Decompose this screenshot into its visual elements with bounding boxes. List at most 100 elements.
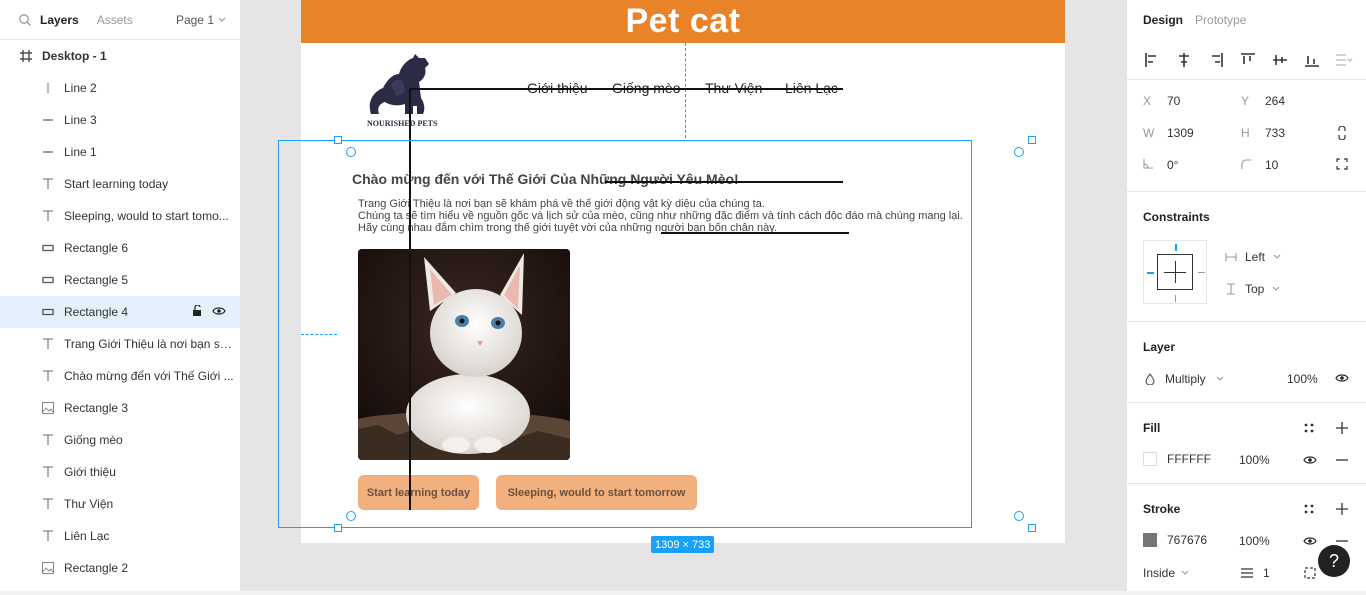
- layer-item[interactable]: Thư Viện: [0, 488, 240, 520]
- constraint-bottom[interactable]: [1175, 295, 1176, 302]
- rotation-field[interactable]: 0°: [1143, 158, 1178, 172]
- radius-handle-bl[interactable]: [346, 511, 356, 521]
- dimension-label: 1309 × 733: [651, 536, 715, 553]
- style-grid-icon[interactable]: [1301, 501, 1317, 517]
- w-label: W: [1143, 126, 1155, 140]
- style-grid-icon[interactable]: [1301, 420, 1317, 436]
- layer-item[interactable]: Trang Giới Thiệu là nơi bạn sẽ ...: [0, 328, 240, 360]
- tab-prototype[interactable]: Prototype: [1195, 13, 1246, 27]
- layer-label: Rectangle 6: [64, 241, 129, 255]
- stroke-row[interactable]: 767676: [1143, 533, 1207, 547]
- header-bar[interactable]: Pet cat: [301, 0, 1065, 43]
- resize-handle-tl[interactable]: [334, 136, 342, 144]
- layer-item[interactable]: Rectangle 2: [0, 552, 240, 584]
- fill-title: Fill: [1143, 421, 1161, 435]
- constraints-title: Constraints: [1143, 210, 1210, 224]
- fill-opacity-field[interactable]: 100%: [1239, 453, 1270, 467]
- add-fill-icon[interactable]: [1334, 420, 1350, 436]
- align-top-icon[interactable]: [1239, 51, 1257, 69]
- layer-item[interactable]: Giới thiệu: [0, 456, 240, 488]
- text-icon: [40, 368, 56, 384]
- layer-item[interactable]: Line 2: [0, 72, 240, 104]
- radius-field[interactable]: 10: [1241, 158, 1278, 172]
- help-button[interactable]: ?: [1318, 545, 1350, 577]
- tab-design[interactable]: Design: [1143, 13, 1183, 27]
- radius-handle-tr[interactable]: [1014, 147, 1024, 157]
- align-right-icon[interactable]: [1207, 51, 1225, 69]
- radius-handle-br[interactable]: [1014, 511, 1024, 521]
- blend-mode-select[interactable]: Multiply: [1145, 372, 1224, 386]
- layer-label: Sleeping, would to start tomo...: [64, 209, 229, 223]
- w-field[interactable]: W 1309: [1143, 126, 1194, 140]
- image-icon: [40, 400, 56, 416]
- layer-item[interactable]: Line 3: [0, 104, 240, 136]
- stroke-swatch[interactable]: [1143, 533, 1157, 547]
- x-field[interactable]: X 70: [1143, 94, 1180, 108]
- align-bottom-icon[interactable]: [1303, 51, 1321, 69]
- layer-item[interactable]: Line 1: [0, 136, 240, 168]
- layer-item[interactable]: Start learning today: [0, 168, 240, 200]
- layer-item[interactable]: Liên Lạc: [0, 520, 240, 552]
- stroke-position-select[interactable]: Inside: [1143, 566, 1189, 580]
- eye-icon[interactable]: [1302, 452, 1318, 468]
- line-3[interactable]: [409, 88, 843, 90]
- constraint-top-active[interactable]: [1175, 244, 1177, 251]
- layer-opacity-field[interactable]: 100%: [1287, 372, 1318, 386]
- layer-item[interactable]: Rectangle 6: [0, 232, 240, 264]
- constraint-right[interactable]: [1198, 272, 1205, 273]
- radius-handle-tl[interactable]: [346, 147, 356, 157]
- tab-assets[interactable]: Assets: [97, 13, 133, 27]
- unlock-icon[interactable]: [192, 303, 202, 320]
- w-value: 1309: [1167, 126, 1194, 140]
- distribute-icon[interactable]: [1335, 51, 1353, 69]
- constrain-proportions-icon[interactable]: [1334, 125, 1350, 141]
- text-icon: [40, 336, 56, 352]
- layers-panel: Layers Assets Page 1 Desktop - 1 Line 2L…: [0, 0, 241, 595]
- y-label: Y: [1241, 94, 1250, 108]
- align-left-icon[interactable]: [1143, 51, 1161, 69]
- vertical-constraint-select[interactable]: Top: [1225, 282, 1280, 296]
- layer-item[interactable]: Chào mừng đến với Thế Giới ...: [0, 360, 240, 392]
- layer-item[interactable]: Rectangle 3: [0, 392, 240, 424]
- image-icon: [40, 560, 56, 576]
- eye-icon[interactable]: [1302, 533, 1318, 549]
- fill-row[interactable]: FFFFFF: [1143, 452, 1211, 466]
- tab-layers[interactable]: Layers: [40, 13, 79, 27]
- constraint-left-active[interactable]: [1147, 272, 1154, 274]
- stroke-position-value: Inside: [1143, 566, 1176, 580]
- search-icon[interactable]: [18, 13, 32, 27]
- remove-fill-icon[interactable]: [1334, 452, 1350, 468]
- constraint-widget[interactable]: [1143, 240, 1207, 304]
- eye-icon[interactable]: [212, 305, 226, 320]
- stroke-weight-field[interactable]: 1: [1241, 566, 1270, 580]
- layer-item[interactable]: Giống mèo: [0, 424, 240, 456]
- layer-frame-desktop[interactable]: Desktop - 1: [0, 40, 240, 72]
- chevron-down-icon: [1181, 570, 1189, 575]
- layer-item[interactable]: Sleeping, would to start tomo...: [0, 200, 240, 232]
- resize-handle-br[interactable]: [1028, 524, 1036, 532]
- layer-item[interactable]: Rectangle 5: [0, 264, 240, 296]
- header-title[interactable]: Pet cat: [626, 2, 741, 41]
- align-center-h-icon[interactable]: [1175, 51, 1193, 69]
- layer-item[interactable]: Rectangle 4: [0, 296, 240, 328]
- resize-handle-bl[interactable]: [334, 524, 342, 532]
- y-field[interactable]: Y 264: [1241, 94, 1285, 108]
- eye-icon[interactable]: [1334, 370, 1350, 386]
- horizontal-constraint-select[interactable]: Left: [1225, 250, 1281, 264]
- h-field[interactable]: H 733: [1241, 126, 1285, 140]
- fill-swatch[interactable]: [1143, 452, 1157, 466]
- resize-handle-tr[interactable]: [1028, 136, 1036, 144]
- align-center-v-icon[interactable]: [1271, 51, 1289, 69]
- page-selector[interactable]: Page 1: [176, 13, 226, 27]
- horizontal-constraint-value: Left: [1245, 250, 1266, 264]
- stroke-hex: 767676: [1167, 533, 1208, 547]
- vertical-constraint-value: Top: [1245, 282, 1265, 296]
- stroke-opacity-field[interactable]: 100%: [1239, 534, 1270, 548]
- canvas[interactable]: Pet cat NOURISHED PETS Giới thiệu Giống …: [241, 0, 1126, 595]
- add-stroke-icon[interactable]: [1334, 501, 1350, 517]
- independent-corners-icon[interactable]: [1334, 156, 1350, 172]
- stroke-sides-icon[interactable]: [1302, 565, 1318, 581]
- stroke-weight-icon: [1241, 568, 1253, 578]
- layer-label: Giới thiệu: [64, 465, 116, 479]
- selection-box[interactable]: [278, 140, 972, 528]
